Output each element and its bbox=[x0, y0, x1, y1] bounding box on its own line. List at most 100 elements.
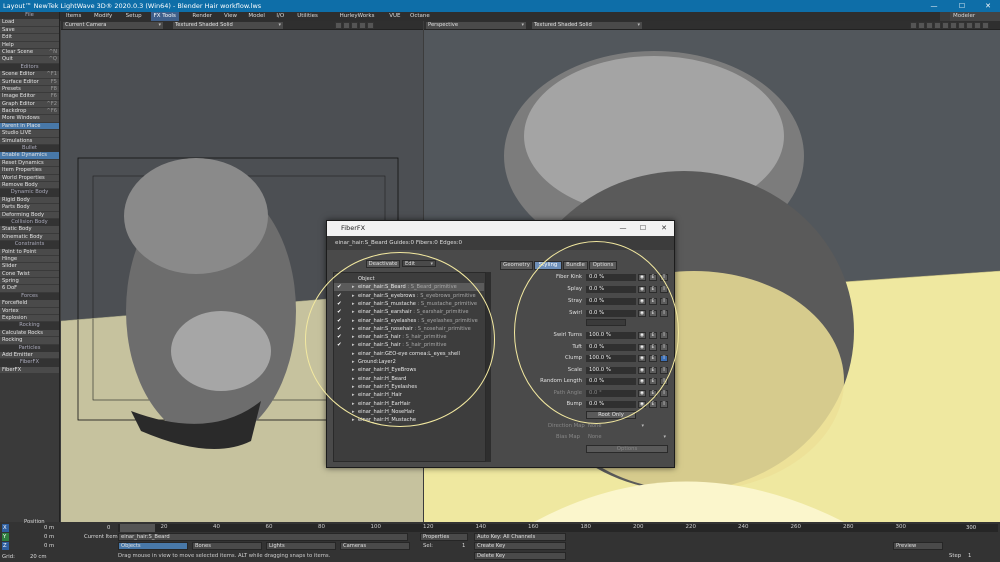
sidebar-item-backdrop[interactable]: Backdrop ^F6 bbox=[0, 108, 59, 116]
camera-dropdown[interactable]: Current Camera bbox=[63, 22, 163, 29]
viewport-icon-3[interactable] bbox=[351, 22, 358, 29]
sidebar-item-item-properties[interactable]: Item Properties bbox=[0, 167, 59, 175]
sidebar-item-add-emitter[interactable]: Add Emitter bbox=[0, 351, 59, 360]
viewport-icon-13[interactable] bbox=[966, 22, 973, 29]
menu-items[interactable]: Items bbox=[63, 12, 84, 21]
panel-close-button[interactable]: ✕ bbox=[653, 221, 675, 236]
x-value[interactable]: 0 m bbox=[44, 524, 54, 532]
sidebar-item-world-properties[interactable]: World Properties bbox=[0, 174, 59, 182]
menu-view[interactable]: View bbox=[221, 12, 240, 21]
lights-button[interactable]: Lights bbox=[266, 542, 336, 550]
viewport-icon-9[interactable] bbox=[934, 22, 941, 29]
sidebar-item-point-to-point[interactable]: Point to Point bbox=[0, 248, 59, 256]
sidebar-item-parts-body[interactable]: Parts Body bbox=[0, 204, 59, 212]
objects-button[interactable]: Objects bbox=[118, 542, 188, 550]
sidebar-item-quit[interactable]: Quit ^Q bbox=[0, 56, 59, 64]
viewport-icon-8[interactable] bbox=[926, 22, 933, 29]
viewport-icon-6[interactable] bbox=[910, 22, 917, 29]
tab-geometry[interactable]: Geometry bbox=[500, 261, 533, 270]
sidebar-item-parent-in-place[interactable]: Parent in Place bbox=[0, 122, 59, 131]
auto-key-dropdown[interactable]: Auto Key: All Channels bbox=[474, 533, 566, 541]
menu-hurleyworks[interactable]: HurleyWorks bbox=[337, 12, 378, 21]
sidebar-item-presets[interactable]: Presets F8 bbox=[0, 85, 59, 94]
sidebar-item-deforming-body[interactable]: Deforming Body bbox=[0, 211, 59, 219]
panel-minimize-button[interactable]: — bbox=[612, 221, 634, 236]
menu-i-o[interactable]: I/O bbox=[273, 12, 287, 21]
sidebar-item-enable-dynamics[interactable]: Enable Dynamics bbox=[0, 152, 59, 160]
sidebar-item-reset-dynamics[interactable]: Reset Dynamics bbox=[0, 159, 59, 168]
sidebar-item-forcefield[interactable]: Forcefield bbox=[0, 300, 59, 308]
modeler-button[interactable]: Modeler bbox=[950, 12, 1000, 21]
sidebar-item-edit[interactable]: Edit bbox=[0, 34, 59, 42]
viewport-icon-4[interactable] bbox=[359, 22, 366, 29]
sidebar-item-calculate-rocks[interactable]: Calculate Rocks bbox=[0, 329, 59, 338]
step-value[interactable]: 1 bbox=[968, 552, 971, 560]
sidebar-item-cone-twist[interactable]: Cone Twist bbox=[0, 270, 59, 279]
menu-utilities[interactable]: Utilities bbox=[294, 12, 321, 21]
viewport-icon-14[interactable] bbox=[974, 22, 981, 29]
sidebar-item-6-dof[interactable]: 6 DoF bbox=[0, 285, 59, 293]
y-value[interactable]: 0 m bbox=[44, 533, 54, 541]
expand-arrow-icon[interactable]: ▸ bbox=[352, 416, 355, 424]
z-value[interactable]: 0 m bbox=[44, 542, 54, 550]
sidebar-item-vortex[interactable]: Vortex bbox=[0, 307, 59, 316]
menu-model[interactable]: Model bbox=[245, 12, 268, 21]
direction-map-dropdown[interactable]: None bbox=[586, 423, 646, 430]
panel-maximize-button[interactable]: ☐ bbox=[632, 221, 654, 236]
menu-render[interactable]: Render bbox=[189, 12, 215, 21]
sidebar-item-fiberfx[interactable]: FiberFX bbox=[0, 366, 59, 375]
preview-dropdown[interactable]: Preview bbox=[893, 542, 943, 550]
sidebar-item-kinematic-body[interactable]: Kinematic Body bbox=[0, 233, 59, 242]
viewport-icon-10[interactable] bbox=[942, 22, 949, 29]
sidebar-item-save[interactable]: Save bbox=[0, 26, 59, 35]
viewport-icon-11[interactable] bbox=[950, 22, 957, 29]
sidebar-item-graph-editor[interactable]: Graph Editor ^F2 bbox=[0, 100, 59, 109]
maximize-button[interactable]: ☐ bbox=[950, 0, 974, 12]
current-frame[interactable]: 0 bbox=[107, 524, 110, 532]
current-item-dropdown[interactable]: einar_hair:S_Beard bbox=[118, 533, 408, 541]
viewport-icon-12[interactable] bbox=[958, 22, 965, 29]
sidebar-item-remove-body[interactable]: Remove Body bbox=[0, 181, 59, 190]
sidebar-item-more-windows[interactable]: More Windows bbox=[0, 115, 59, 123]
viewport-icon-2[interactable] bbox=[343, 22, 350, 29]
right-shading-dropdown[interactable]: Textured Shaded Solid bbox=[532, 22, 642, 29]
sidebar-item-static-body[interactable]: Static Body bbox=[0, 226, 59, 234]
menu-fx-tools[interactable]: FX Tools bbox=[150, 12, 179, 21]
create-key-button[interactable]: Create Key bbox=[474, 542, 566, 550]
envelope-button[interactable]: E bbox=[649, 401, 657, 408]
texture-button[interactable]: T bbox=[660, 401, 668, 408]
menu-vue[interactable]: VUE bbox=[386, 12, 403, 21]
cameras-button[interactable]: Cameras bbox=[340, 542, 410, 550]
left-shading-dropdown[interactable]: Textured Shaded Solid bbox=[173, 22, 283, 29]
sidebar-item-rocking[interactable]: Rocking bbox=[0, 337, 59, 345]
viewport-icon-15[interactable] bbox=[982, 22, 989, 29]
properties-button[interactable]: Properties bbox=[420, 533, 468, 541]
sidebar-item-explosion[interactable]: Explosion bbox=[0, 315, 59, 323]
sidebar-item-clear-scene[interactable]: Clear Scene ^N bbox=[0, 48, 59, 57]
texture-button[interactable]: T bbox=[660, 390, 668, 397]
bones-button[interactable]: Bones bbox=[192, 542, 262, 550]
sidebar-item-slider[interactable]: Slider bbox=[0, 263, 59, 271]
options-button[interactable]: Options bbox=[586, 445, 668, 453]
sidebar-item-surface-editor[interactable]: Surface Editor F5 bbox=[0, 78, 59, 86]
view-dropdown[interactable]: Perspective bbox=[426, 22, 526, 29]
timeline-ruler[interactable] bbox=[118, 524, 998, 532]
end-frame[interactable]: 300 bbox=[966, 524, 976, 532]
viewport-icon-1[interactable] bbox=[335, 22, 342, 29]
viewport-icon-5[interactable] bbox=[367, 22, 374, 29]
viewport-icon-7[interactable] bbox=[918, 22, 925, 29]
sidebar-item-scene-editor[interactable]: Scene Editor ^F1 bbox=[0, 71, 59, 79]
sidebar-item-simulations[interactable]: Simulations bbox=[0, 137, 59, 146]
sidebar-item-rigid-body[interactable]: Rigid Body bbox=[0, 196, 59, 205]
close-button[interactable]: ✕ bbox=[976, 0, 1000, 12]
sidebar-item-hinge[interactable]: Hinge bbox=[0, 255, 59, 264]
timeline-slider[interactable] bbox=[120, 524, 155, 532]
menu-setup[interactable]: Setup bbox=[123, 12, 145, 21]
menu-octane[interactable]: Octane bbox=[407, 12, 433, 21]
menu-modify[interactable]: Modify bbox=[91, 12, 115, 21]
delete-key-button[interactable]: Delete Key bbox=[474, 552, 566, 560]
bias-map-dropdown[interactable]: None bbox=[586, 434, 668, 441]
minimize-button[interactable]: — bbox=[922, 0, 946, 12]
sidebar-item-studio-live[interactable]: Studio LIVE bbox=[0, 130, 59, 138]
sidebar-item-spring[interactable]: Spring bbox=[0, 278, 59, 286]
